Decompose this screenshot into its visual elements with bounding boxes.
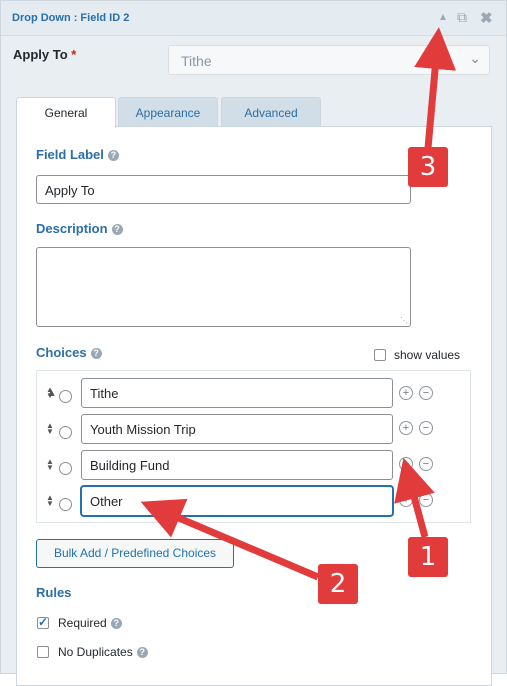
- tab-advanced-label: Advanced: [244, 106, 298, 120]
- resize-handle-icon[interactable]: ⋱: [400, 316, 408, 325]
- field-label-input[interactable]: Apply To: [36, 175, 411, 204]
- no-duplicates-label-text: No Duplicates: [58, 645, 133, 659]
- description-heading: Description?: [36, 221, 123, 236]
- annotation-badge-2: 2: [318, 564, 358, 604]
- description-heading-text: Description: [36, 221, 108, 236]
- collapse-icon[interactable]: ▲: [438, 12, 448, 23]
- choice-input[interactable]: Tithe: [81, 378, 393, 408]
- choice-default-radio[interactable]: [59, 426, 72, 439]
- show-values-checkbox[interactable]: [374, 349, 386, 361]
- help-icon[interactable]: ?: [136, 647, 148, 658]
- bulk-add-button[interactable]: Bulk Add / Predefined Choices: [36, 539, 234, 568]
- no-duplicates-label: No Duplicates?: [58, 645, 148, 659]
- field-label-heading: Field Label?: [36, 147, 119, 162]
- choice-default-radio[interactable]: [59, 390, 72, 403]
- choice-input[interactable]: Building Fund: [81, 450, 393, 480]
- rules-heading: Rules: [36, 585, 72, 600]
- apply-to-label: Apply To *: [13, 47, 76, 62]
- panel-title: Drop Down : Field ID 2: [12, 12, 130, 24]
- tab-general[interactable]: General: [16, 97, 116, 128]
- choice-input[interactable]: Other: [81, 486, 393, 516]
- add-choice-icon[interactable]: +: [399, 421, 413, 435]
- help-icon[interactable]: ?: [111, 224, 123, 235]
- panel-header: Drop Down : Field ID 2 ▲ ⧉ ✖: [1, 1, 506, 36]
- sort-icon[interactable]: ▲ ▼: [46, 422, 54, 436]
- remove-choice-icon[interactable]: −: [419, 493, 433, 507]
- field-label-input-value: Apply To: [45, 183, 95, 198]
- required-label-text: Required: [58, 616, 107, 630]
- tab-appearance[interactable]: Appearance: [118, 97, 218, 127]
- required-asterisk: *: [71, 47, 77, 62]
- annotation-badge-3: 3: [408, 147, 448, 187]
- chevron-down-icon: ⌄: [469, 50, 481, 66]
- choice-value: Tithe: [90, 386, 119, 401]
- choice-value: Other: [90, 494, 123, 509]
- field-label-heading-text: Field Label: [36, 147, 104, 162]
- required-label: Required?: [58, 616, 122, 630]
- help-icon[interactable]: ?: [90, 348, 102, 359]
- show-values-label: show values: [394, 348, 461, 362]
- sort-icon[interactable]: ▲ ▼: [46, 458, 54, 472]
- description-textarea[interactable]: ⋱: [36, 247, 411, 327]
- tab-general-label: General: [44, 106, 88, 120]
- apply-to-label-text: Apply To: [13, 47, 68, 62]
- remove-choice-icon[interactable]: −: [419, 386, 433, 400]
- sort-icon[interactable]: ▲ ▼: [46, 494, 54, 508]
- annotation-badge-1: 1: [408, 537, 448, 577]
- tab-advanced[interactable]: Advanced: [221, 97, 321, 127]
- tab-appearance-label: Appearance: [135, 106, 201, 120]
- required-checkbox[interactable]: [37, 615, 49, 629]
- apply-to-select[interactable]: Tithe ⌄: [168, 45, 490, 75]
- choices-heading-text: Choices: [36, 345, 87, 360]
- remove-choice-icon[interactable]: −: [419, 421, 433, 435]
- no-duplicates-checkbox[interactable]: [37, 646, 49, 658]
- choice-value: Youth Mission Trip: [90, 422, 196, 437]
- apply-to-selected-value: Tithe: [181, 53, 212, 69]
- choices-heading: Choices?: [36, 345, 102, 360]
- add-choice-icon[interactable]: +: [399, 457, 413, 471]
- help-icon[interactable]: ?: [110, 618, 122, 629]
- duplicate-icon[interactable]: ⧉: [457, 9, 467, 26]
- bulk-add-button-label: Bulk Add / Predefined Choices: [53, 546, 217, 560]
- choice-input[interactable]: Youth Mission Trip: [81, 414, 393, 444]
- choice-default-radio[interactable]: [59, 498, 72, 511]
- close-icon[interactable]: ✖: [480, 9, 493, 27]
- add-choice-icon[interactable]: +: [399, 386, 413, 400]
- remove-choice-icon[interactable]: −: [419, 457, 433, 471]
- sort-icon[interactable]: ▲ ▼: [46, 386, 54, 400]
- choice-value: Building Fund: [90, 458, 170, 473]
- choice-default-radio[interactable]: [59, 462, 72, 475]
- add-choice-icon[interactable]: +: [399, 493, 413, 507]
- help-icon[interactable]: ?: [107, 150, 119, 161]
